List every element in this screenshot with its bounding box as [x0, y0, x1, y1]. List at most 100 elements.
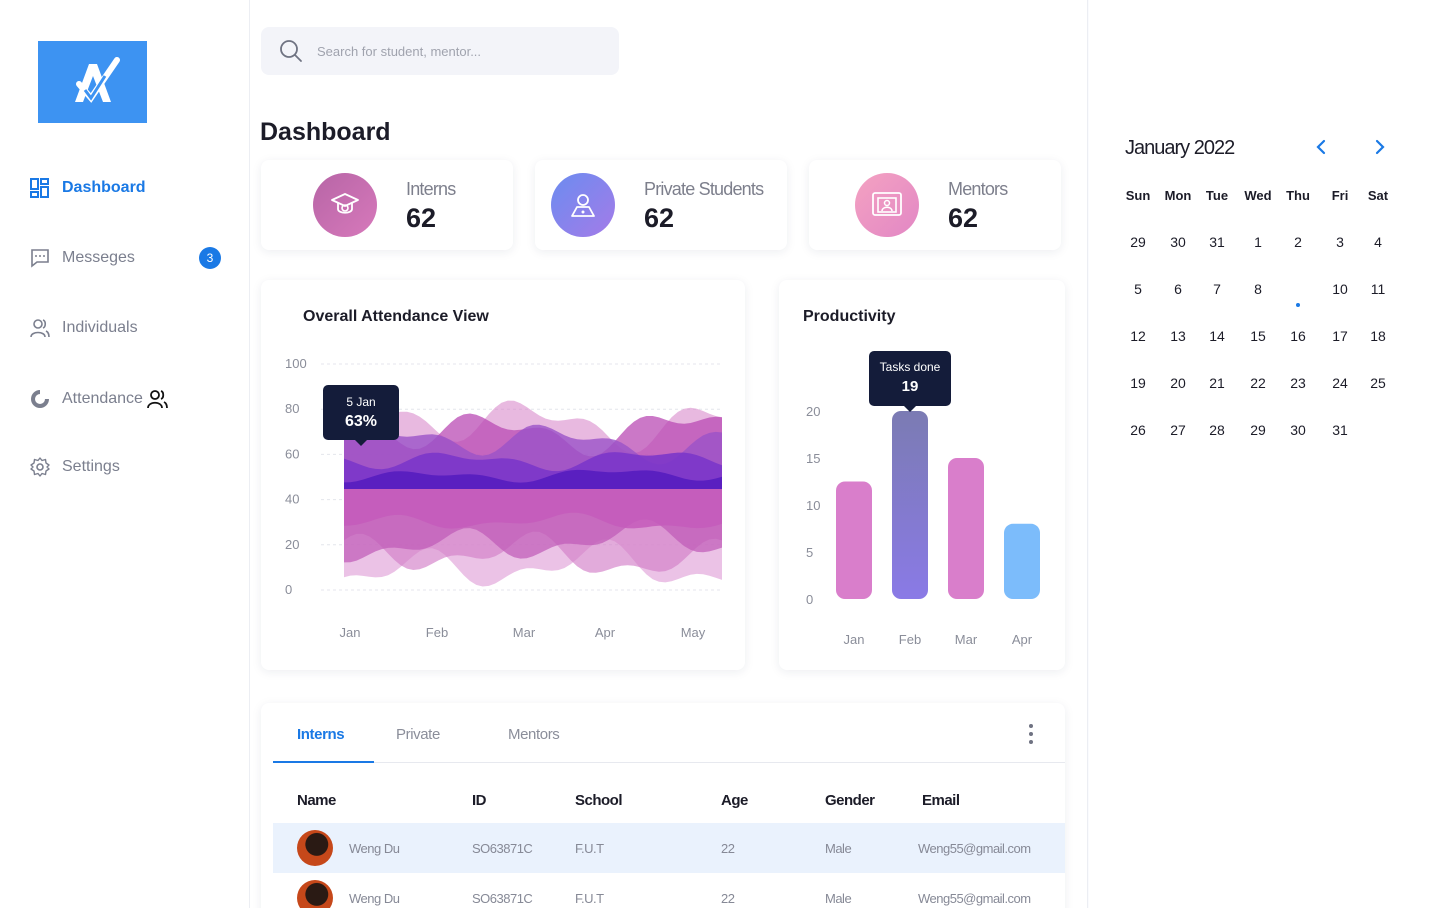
productivity-bar[interactable] [892, 411, 928, 599]
productivity-bar[interactable] [836, 481, 872, 600]
calendar-day[interactable]: 23 [1278, 370, 1318, 396]
search-input[interactable] [317, 43, 597, 59]
calendar-day[interactable]: 5 [1118, 276, 1158, 302]
productivity-bar[interactable] [948, 458, 984, 599]
calendar-day[interactable]: 20 [1158, 370, 1198, 396]
sidebar-item-attendance[interactable]: Attendance [30, 388, 222, 410]
private-students-stat-card[interactable]: Private Students 62 [535, 160, 787, 250]
calendar-day[interactable]: 29 [1118, 229, 1158, 255]
app-logo[interactable] [38, 41, 147, 123]
weekday-header: Mon [1164, 188, 1192, 203]
graduation-cap-icon [313, 173, 377, 237]
calendar-day[interactable]: 3 [1320, 229, 1360, 255]
table-tabs: Interns Private Mentors [273, 703, 1065, 763]
attendance-chart: 100 80 60 40 20 0 Jan Feb Mar Apr May [285, 356, 723, 640]
column-header-school: School [575, 792, 623, 809]
column-header-gender: Gender [825, 792, 875, 809]
tab-interns[interactable]: Interns [297, 726, 345, 743]
chevron-left-icon [1316, 139, 1326, 155]
calendar-day[interactable]: 31 [1320, 417, 1360, 443]
calendar-day[interactable]: 9 [1278, 276, 1318, 307]
calendar-day[interactable]: 17 [1320, 323, 1360, 349]
stat-label: Interns [406, 179, 456, 199]
calendar-day[interactable]: 22 [1238, 370, 1278, 396]
next-month-button[interactable] [1369, 136, 1391, 158]
cell-gender: Male [825, 841, 852, 856]
users-icon [30, 318, 50, 338]
main-content: Dashboard Interns 62 Private Students 62… [250, 0, 1088, 908]
sidebar-item-individuals[interactable]: Individuals [30, 318, 222, 338]
mentors-stat-card[interactable]: Mentors 62 [809, 160, 1061, 250]
weekday-header: Tue [1205, 188, 1229, 203]
table-row[interactable]: Weng Du SO63871C F.U.T 22 Male Weng55@gm… [273, 823, 1065, 873]
column-header-name: Name [297, 792, 336, 809]
tab-private[interactable]: Private [396, 726, 440, 743]
cell-name: Weng Du [349, 891, 400, 906]
previous-month-button[interactable] [1310, 136, 1332, 158]
search-bar[interactable] [261, 27, 619, 75]
calendar-day[interactable]: 12 [1118, 323, 1158, 349]
message-icon [30, 248, 50, 268]
calendar-day[interactable]: 13 [1158, 323, 1198, 349]
calendar-day[interactable]: 16 [1278, 323, 1318, 349]
calendar-day[interactable]: 19 [1118, 370, 1158, 396]
people-icon [147, 388, 169, 410]
calendar-day[interactable]: 30 [1158, 229, 1198, 255]
y-tick-label: 0 [806, 592, 813, 607]
calendar-day[interactable]: 10 [1320, 276, 1360, 302]
attendance-tooltip: 5 Jan 63% [323, 385, 399, 446]
tooltip-value: 19 [901, 378, 919, 395]
calendar-day[interactable]: 24 [1320, 370, 1360, 396]
calendar-day[interactable]: 18 [1358, 323, 1398, 349]
calendar-day[interactable]: 1 [1238, 229, 1278, 255]
sidebar-item-settings[interactable]: Settings [30, 457, 222, 477]
x-tick-label: Mar [513, 625, 536, 640]
more-options-icon[interactable] [1025, 723, 1037, 745]
avatar [297, 830, 333, 866]
cell-school: F.U.T [575, 841, 604, 856]
calendar-day[interactable]: 2 [1278, 229, 1318, 255]
x-tick-label: Feb [899, 632, 921, 647]
messages-count-badge: 3 [199, 247, 221, 269]
tab-mentors[interactable]: Mentors [508, 726, 560, 743]
cell-name: Weng Du [349, 841, 400, 856]
x-tick-label: Jan [844, 632, 865, 647]
logo-mark-icon [74, 57, 120, 103]
sidebar-item-messages[interactable]: Messeges 3 [30, 247, 222, 269]
calendar-day[interactable]: 8 [1238, 276, 1278, 302]
weekday-header: Thu [1286, 188, 1310, 203]
productivity-tooltip: Tasks done 19 [869, 351, 951, 412]
stat-value: 62 [948, 203, 979, 233]
cell-age: 22 [721, 891, 735, 906]
calendar-day[interactable]: 6 [1158, 276, 1198, 302]
calendar-day[interactable]: 7 [1197, 276, 1237, 302]
sidebar-item-dashboard[interactable]: Dashboard [30, 178, 222, 198]
calendar-day[interactable]: 28 [1197, 417, 1237, 443]
stat-label: Private Students [644, 179, 764, 199]
calendar-day[interactable]: 4 [1358, 229, 1398, 255]
calendar-day[interactable]: 31 [1197, 229, 1237, 255]
table-row[interactable]: Weng Du SO63871C F.U.T 22 Male Weng55@gm… [273, 873, 1065, 908]
avatar [297, 880, 333, 908]
y-tick-label: 80 [285, 401, 299, 416]
calendar-day[interactable]: 30 [1278, 417, 1318, 443]
y-tick-label: 5 [806, 545, 813, 560]
calendar-day[interactable]: 11 [1358, 276, 1398, 302]
chevron-right-icon [1375, 139, 1385, 155]
active-tab-indicator [273, 761, 374, 763]
sidebar-item-label: Settings [62, 458, 120, 475]
calendar-day[interactable]: 29 [1238, 417, 1278, 443]
calendar-day[interactable]: 27 [1158, 417, 1198, 443]
calendar-day[interactable]: 15 [1238, 323, 1278, 349]
x-tick-label: May [681, 625, 706, 640]
x-tick-label: Apr [595, 625, 616, 640]
productivity-bar[interactable] [1004, 523, 1040, 599]
column-header-id: ID [472, 792, 487, 809]
calendar-day[interactable]: 26 [1118, 417, 1158, 443]
calendar-day[interactable]: 25 [1358, 370, 1398, 396]
interns-stat-card[interactable]: Interns 62 [261, 160, 513, 250]
calendar: January 2022 Sun Mon Tue Wed Thu Fri Sat 29 30 31… [1089, 0, 1431, 908]
calendar-day[interactable]: 21 [1197, 370, 1237, 396]
calendar-day[interactable]: 14 [1197, 323, 1237, 349]
y-tick-label: 40 [285, 492, 299, 507]
